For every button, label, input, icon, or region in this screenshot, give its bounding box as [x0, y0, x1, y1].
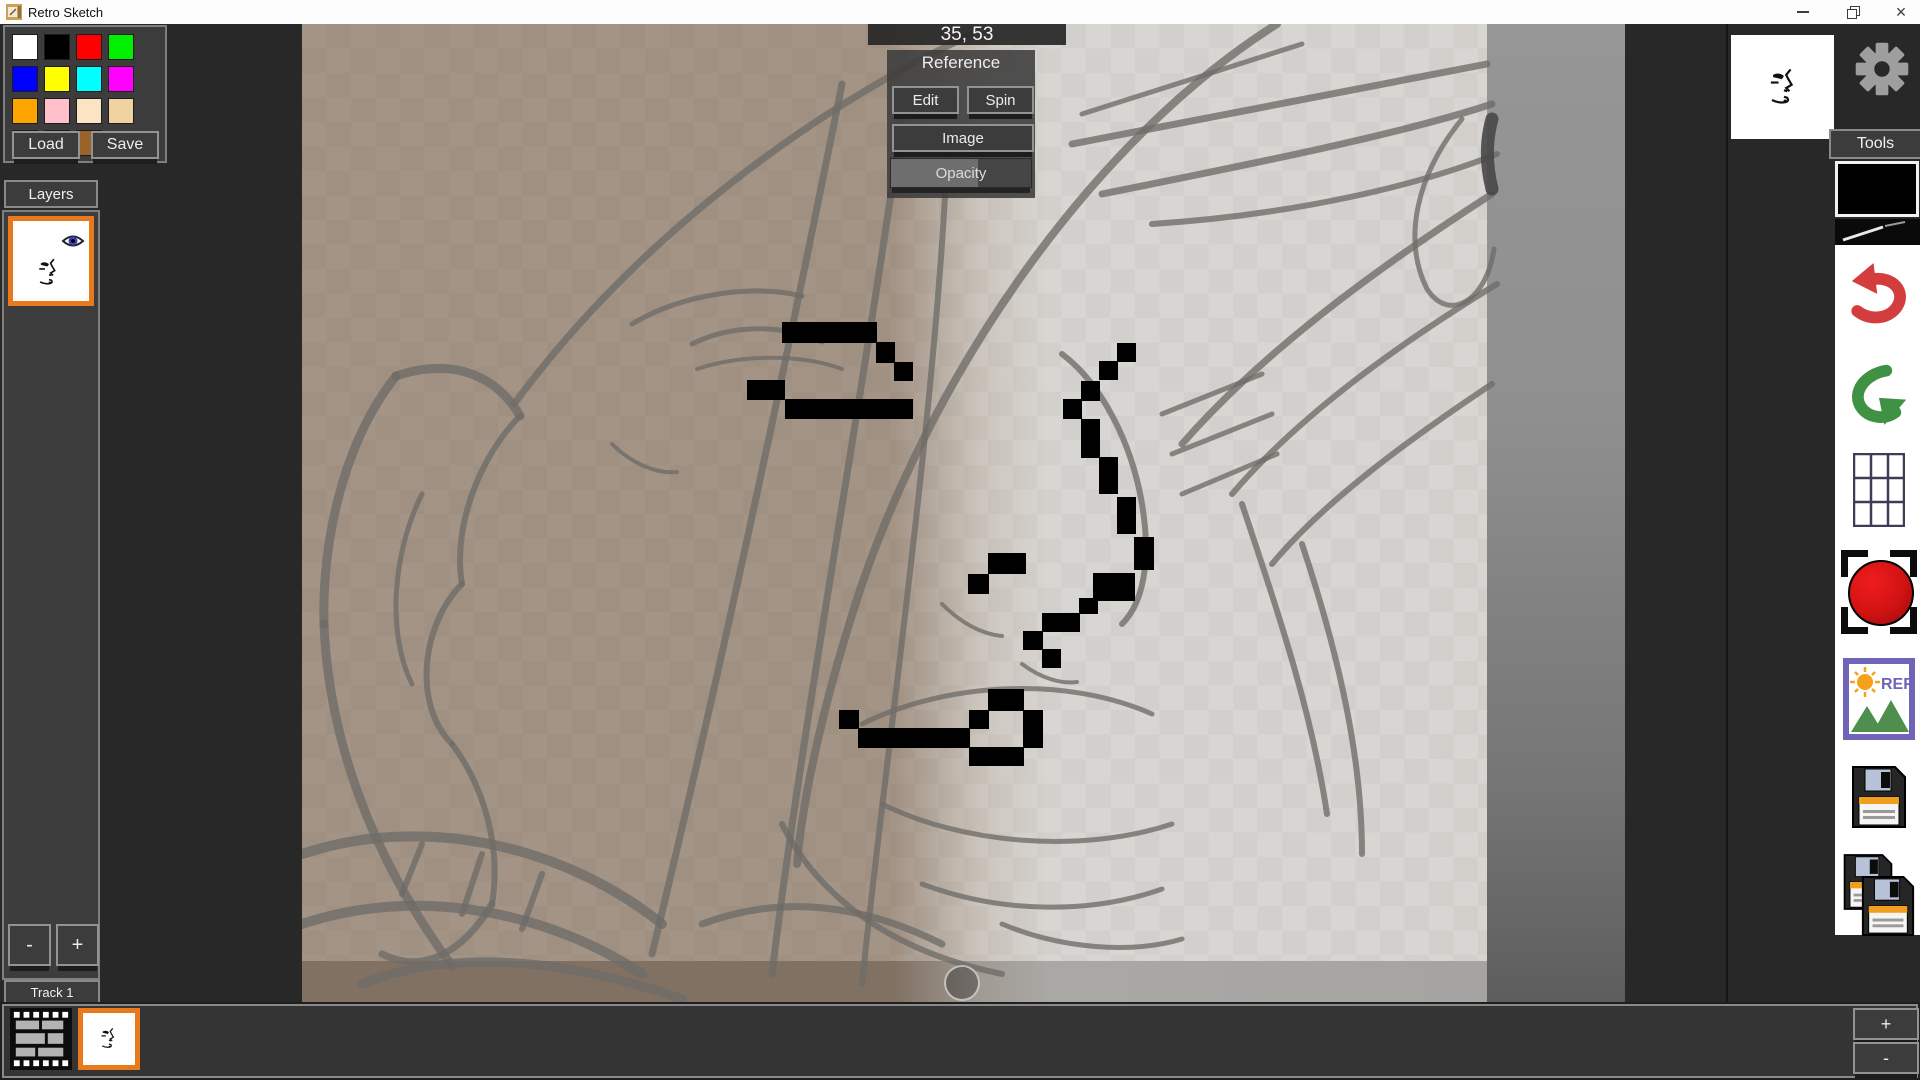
current-color-swatch[interactable]: [1835, 161, 1919, 217]
redo-button[interactable]: [1850, 363, 1908, 429]
restore-button[interactable]: [1836, 0, 1870, 24]
timeline: [0, 1002, 1920, 1080]
load-button[interactable]: Load: [12, 131, 80, 159]
reference-spin-button[interactable]: Spin: [967, 86, 1034, 114]
reference-panel: Reference Edit Spin Image Opacity: [887, 50, 1035, 198]
save-all-button[interactable]: [1839, 853, 1919, 939]
minimize-icon: [1797, 11, 1809, 13]
reference-rotate-handle[interactable]: [944, 965, 980, 1001]
add-frame-label: +: [1881, 1014, 1892, 1035]
palette-color-7[interactable]: [108, 66, 134, 92]
remove-frame-label: -: [1883, 1048, 1889, 1069]
reference-image-label: Image: [942, 130, 984, 147]
settings-gear-icon[interactable]: [1851, 40, 1913, 98]
cursor-coordinates-text: 35, 53: [941, 24, 994, 46]
frame-thumbnail-drawing: [89, 1019, 129, 1059]
palette-color-5[interactable]: [44, 66, 70, 92]
reference-image-button[interactable]: REF: [1843, 658, 1915, 740]
remove-frame-button[interactable]: -: [1853, 1042, 1919, 1074]
tools-panel: Tools: [1726, 24, 1920, 1002]
pencil-tool-partial[interactable]: [1835, 219, 1920, 245]
save-button-label: Save: [107, 136, 143, 154]
reference-opacity-label: Opacity: [891, 159, 1031, 187]
record-button[interactable]: [1841, 550, 1917, 634]
pencil-icon: [1835, 219, 1920, 245]
layers-panel: [2, 210, 100, 980]
svg-text:REF: REF: [1881, 676, 1913, 693]
palette-color-10[interactable]: [76, 98, 102, 124]
palette-color-9[interactable]: [44, 98, 70, 124]
layers-header: Layers: [4, 180, 98, 208]
grid-toggle-button[interactable]: [1853, 453, 1905, 527]
close-icon: ×: [1896, 2, 1907, 23]
record-circle-icon: [1848, 560, 1914, 626]
canvas-preview-thumbnail: [1731, 35, 1834, 139]
title-bar: Retro Sketch ×: [0, 0, 1920, 24]
add-layer-label: +: [72, 934, 84, 957]
layers-header-label: Layers: [28, 186, 73, 203]
palette-panel: Load Save: [3, 25, 167, 163]
palette-color-1[interactable]: [44, 34, 70, 60]
app-window: Retro Sketch × Load Save Layers: [0, 0, 1920, 1080]
tools-header-label: Tools: [1857, 135, 1894, 153]
palette-color-0[interactable]: [12, 34, 38, 60]
frame-thumbnail[interactable]: [78, 1008, 140, 1070]
layer-thumbnail-drawing: [23, 247, 75, 299]
cursor-coordinates: 35, 53: [868, 24, 1066, 45]
add-frame-button[interactable]: +: [1853, 1008, 1919, 1040]
minimize-button[interactable]: [1786, 0, 1820, 24]
track-label: Track 1: [4, 980, 100, 1004]
save-button[interactable]: Save: [91, 131, 159, 159]
filmstrip-icon[interactable]: [10, 1008, 72, 1070]
layer-thumbnail[interactable]: [8, 216, 94, 306]
tools-header: Tools: [1829, 129, 1920, 159]
undo-button[interactable]: [1850, 259, 1908, 325]
reference-edit-button[interactable]: Edit: [892, 86, 959, 114]
reference-opacity-slider[interactable]: Opacity: [890, 158, 1032, 188]
preview-drawing: [1749, 53, 1819, 123]
reference-edit-label: Edit: [913, 92, 939, 109]
add-layer-button[interactable]: +: [56, 924, 99, 966]
palette-color-4[interactable]: [12, 66, 38, 92]
reference-image-button[interactable]: Image: [892, 124, 1034, 152]
remove-layer-button[interactable]: -: [8, 924, 51, 966]
palette-color-11[interactable]: [108, 98, 134, 124]
palette-color-3[interactable]: [108, 34, 134, 60]
track-label-text: Track 1: [31, 985, 74, 1000]
reference-panel-title: Reference: [887, 53, 1035, 73]
save-frame-button[interactable]: [1849, 765, 1909, 829]
tool-strip: REF: [1835, 245, 1920, 935]
reference-spin-label: Spin: [985, 92, 1015, 109]
palette-color-8[interactable]: [12, 98, 38, 124]
app-icon: [6, 4, 22, 20]
palette-color-6[interactable]: [76, 66, 102, 92]
close-button[interactable]: ×: [1884, 0, 1918, 24]
palette-color-2[interactable]: [76, 34, 102, 60]
restore-icon: [1847, 6, 1859, 18]
load-button-label: Load: [28, 136, 64, 154]
remove-layer-label: -: [26, 934, 33, 957]
timeline-track: [2, 1004, 1918, 1078]
window-title: Retro Sketch: [28, 5, 103, 20]
sun-icon-core: [1857, 674, 1873, 690]
